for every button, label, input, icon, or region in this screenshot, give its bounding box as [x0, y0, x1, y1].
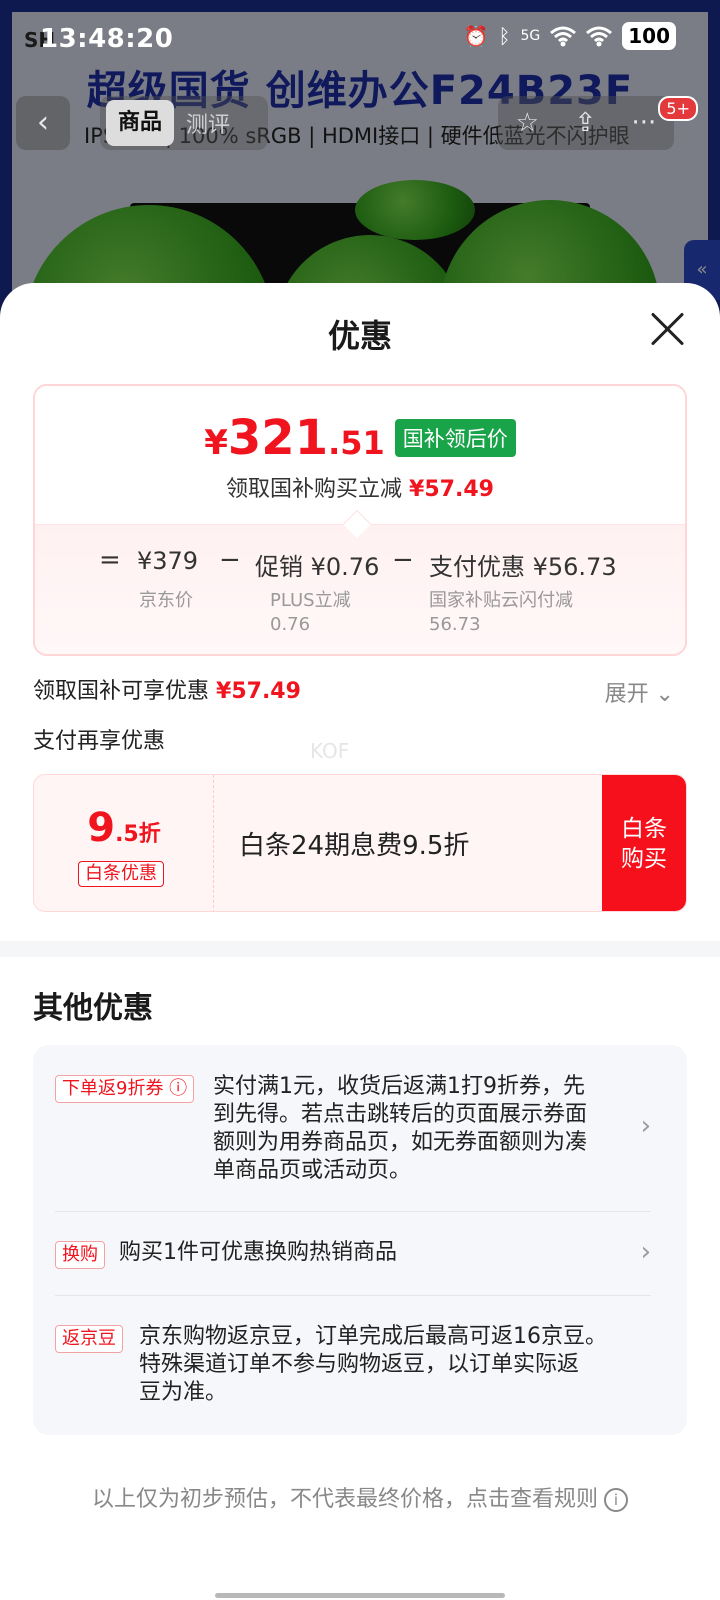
- offer-description: 购买1件可优惠换购热销商品: [119, 1239, 397, 1267]
- wifi-icon: [586, 26, 613, 47]
- offer-tag: 下单返9折券 ⓘ: [55, 1075, 195, 1103]
- pay-again-label: 支付再享优惠: [33, 729, 166, 754]
- battery-indicator: 100: [622, 22, 676, 50]
- status-icons: ⏰ ᛒ 5G 100: [464, 22, 676, 50]
- watermark: KOF: [310, 739, 350, 763]
- price-integer: 321: [227, 410, 329, 466]
- offer-exchange[interactable]: 换购 购买1件可优惠换购热销商品 ›: [55, 1237, 651, 1271]
- subsidy-price-tag: 国补领后价: [394, 419, 516, 457]
- baitiao-rate: 9.5折: [34, 805, 214, 851]
- promo-value: 0.76: [270, 614, 311, 635]
- other-offers-title: 其他优惠: [33, 991, 153, 1026]
- jd-price: ¥379: [137, 547, 199, 575]
- page-tabs: 商品 测评: [100, 96, 268, 150]
- baitiao-buy-button[interactable]: 白条 购买: [602, 775, 686, 911]
- status-bar: SH 13:48:20 ⏰ ᛒ 5G 100: [0, 0, 720, 80]
- back-button[interactable]: ‹: [16, 96, 70, 150]
- info-icon: i: [604, 1488, 628, 1512]
- offer-line: 单商品页或活动页。: [213, 1158, 412, 1183]
- subsidy-saving: 领取国补购买立减 ¥57.49: [35, 471, 685, 503]
- minus-sign: −: [219, 545, 241, 575]
- offer-description: 实付满1元，收货后返满1打9折券，先 到先得。若点击跳转后的页面展示券面 额则为…: [213, 1073, 587, 1185]
- clock: 13:48:20: [40, 24, 174, 54]
- subsidy-row: 领取国补可享优惠 ¥57.49: [33, 673, 301, 705]
- offer-line: 到先得。若点击跳转后的页面展示券面: [213, 1102, 588, 1127]
- other-offers-list: 下单返9折券 ⓘ 实付满1元，收货后返满1打9折券，先 到先得。若点击跳转后的页…: [33, 1045, 687, 1435]
- subsidy-label: 领取国补可享优惠: [33, 679, 210, 704]
- currency-symbol: ¥: [204, 423, 228, 463]
- discount-sheet: 优惠 ¥ 321 .51 国补领后价 领取国补购买立减 ¥57.49 = ¥37…: [0, 283, 720, 1600]
- offer-line: 豆为准。: [139, 1380, 228, 1405]
- share-icon[interactable]: ⇪: [574, 108, 596, 138]
- price-decimal: .51: [328, 424, 385, 462]
- message-badge: 5+: [658, 96, 698, 121]
- offer-description: 京东购物返京豆，订单完成后最高可返16京豆。 特殊渠道订单不参与购物返豆，以订单…: [139, 1323, 607, 1407]
- baitiao-offer-card[interactable]: 9.5折 白条优惠 白条24期息费9.5折 白条 购买: [33, 774, 687, 912]
- offer-divider: [55, 1211, 651, 1212]
- tab-review[interactable]: 测评: [174, 107, 242, 139]
- rate-integer: 9: [87, 805, 116, 851]
- offer-divider: [55, 1295, 651, 1296]
- offer-jingdou[interactable]: 返京豆 京东购物返京豆，订单完成后最高可返16京豆。 特殊渠道订单不参与购物返豆…: [55, 1323, 651, 1413]
- offer-line: 京东购物返京豆，订单完成后最高可返16京豆。: [139, 1324, 607, 1349]
- baitiao-rate-panel: 9.5折 白条优惠: [34, 775, 214, 911]
- jd-price-label: 京东价: [139, 590, 193, 611]
- bluetooth-icon: ᛒ: [498, 24, 511, 48]
- final-price-card: ¥ 321 .51 国补领后价 领取国补购买立减 ¥57.49 = ¥379 京…: [33, 384, 687, 656]
- chevron-right-icon: ›: [640, 1237, 651, 1267]
- button-line: 白条: [621, 816, 667, 842]
- equals-sign: =: [99, 545, 121, 575]
- wifi-icon: [550, 26, 577, 47]
- close-icon[interactable]: [644, 305, 692, 353]
- offer-line: 购买1件可优惠换购热销商品: [119, 1240, 397, 1265]
- subsidy-amount: ¥57.49: [216, 679, 301, 704]
- price-breakdown: = ¥379 京东价 − 促销 ¥0.76 PLUS立减 0.76 − 支付优惠…: [35, 524, 685, 654]
- favorite-icon[interactable]: ☆: [516, 108, 539, 138]
- sheet-title: 优惠: [327, 317, 392, 355]
- baitiao-description: 白条24期息费9.5折: [239, 831, 470, 861]
- payment-detail: 国家补贴云闪付减 56.73: [429, 589, 573, 637]
- promo-discount: 促销 ¥0.76: [255, 553, 380, 581]
- offer-tag: 返京豆: [55, 1325, 123, 1353]
- offer-line: 特殊渠道订单不参与购物返豆，以订单实际返: [139, 1352, 580, 1377]
- price-summary: ¥ 321 .51 国补领后价 领取国补购买立减 ¥57.49: [35, 386, 685, 524]
- alarm-icon: ⏰: [463, 24, 489, 48]
- saving-amount: ¥57.49: [409, 477, 494, 502]
- more-icon[interactable]: ···: [632, 108, 657, 138]
- offer-tag: 换购: [55, 1241, 105, 1269]
- tab-product[interactable]: 商品: [106, 100, 175, 146]
- baitiao-label: 白条优惠: [78, 861, 164, 887]
- section-divider: [0, 941, 720, 957]
- offer-line: 实付满1元，收货后返满1打9折券，先: [213, 1074, 585, 1099]
- home-indicator[interactable]: [215, 1593, 505, 1598]
- nav-actions: ☆ ⇪ ···: [498, 96, 674, 150]
- payment-discount: 支付优惠 ¥56.73: [429, 553, 617, 581]
- promo-label: PLUS立减: [270, 590, 351, 611]
- offer-line: 额则为用券商品页，如无券面额则为凑: [213, 1130, 588, 1155]
- payment-label: 国家补贴云闪付减: [429, 590, 573, 611]
- button-line: 购买: [621, 846, 667, 872]
- signal-icon: 5G: [520, 28, 541, 44]
- saving-label: 领取国补购买立减: [226, 477, 403, 502]
- final-price: ¥ 321 .51 国补领后价: [35, 410, 685, 466]
- footer-text: 以上仅为初步预估，不代表最终价格，点击查看规则: [91, 1487, 598, 1512]
- minus-sign: −: [392, 545, 414, 575]
- promo-detail: PLUS立减 0.76: [270, 589, 351, 637]
- payment-value: 56.73: [429, 614, 481, 635]
- rate-decimal: .5折: [115, 822, 161, 847]
- chevron-right-icon: ›: [640, 1111, 651, 1141]
- offer-coupon-return[interactable]: 下单返9折券 ⓘ 实付满1元，收货后返满1打9折券，先 到先得。若点击跳转后的页…: [55, 1073, 651, 1193]
- expand-button[interactable]: 展开 ⌄: [605, 676, 674, 708]
- rules-link[interactable]: 以上仅为初步预估，不代表最终价格，点击查看规则 i: [0, 1481, 720, 1513]
